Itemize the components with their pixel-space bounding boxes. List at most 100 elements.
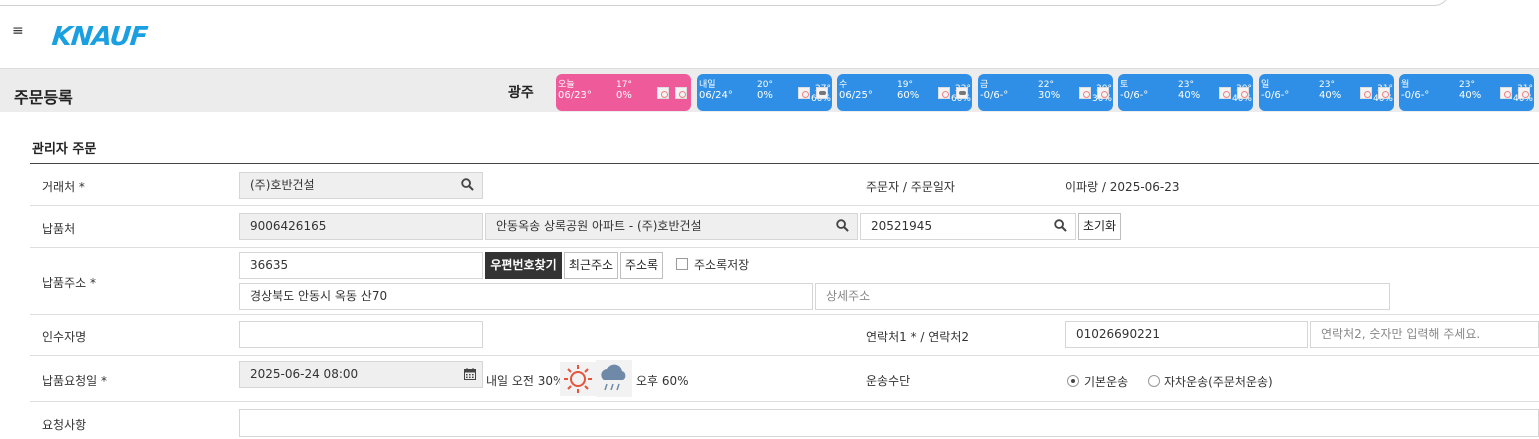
sun-icon	[1500, 87, 1512, 99]
forecast-pm-text: 오후 60%	[636, 374, 689, 388]
search-icon[interactable]	[1054, 219, 1067, 232]
sun-icon	[657, 87, 669, 99]
section-divider	[30, 163, 1539, 164]
weather-card: 금-0/6-°22°30%30°30%	[978, 74, 1113, 111]
note-field[interactable]	[239, 409, 1539, 437]
address-main-field[interactable]: 경상북도 안동시 옥동 산70	[239, 283, 813, 310]
address-detail-field[interactable]: 상세주소	[815, 283, 1390, 310]
weather-day: 금	[980, 80, 989, 90]
receiver-field[interactable]	[239, 321, 483, 348]
weather-temp: 22°	[1038, 80, 1054, 90]
address-label: 납품주소 *	[42, 276, 96, 290]
client-field[interactable]: (주)호반건설	[239, 172, 483, 199]
delivery-name-value: 안동옥송 상록공원 아파트 - (주)호반건설	[496, 219, 702, 233]
search-icon[interactable]	[836, 219, 849, 232]
delivery-code2-field[interactable]: 20521945	[860, 213, 1076, 240]
zipcode-field[interactable]: 36635	[239, 252, 483, 279]
contact-label: 연락처1 * / 연락처2	[866, 330, 969, 344]
transport-radio-basic[interactable]	[1067, 375, 1079, 387]
contact1-field[interactable]: 01026690221	[1065, 321, 1308, 348]
weather-card: 월-0/6-°23°40%31°40%	[1399, 74, 1534, 111]
weather-day: 월	[1401, 80, 1410, 90]
weather-temp: 23°	[1319, 80, 1335, 90]
client-value: (주)호반건설	[250, 178, 315, 192]
weather-temp: 23°	[1178, 80, 1194, 90]
weather-day: 토	[1120, 80, 1129, 90]
sun-icon	[1219, 87, 1231, 99]
page-title: 주문등록	[14, 88, 73, 107]
row-divider	[30, 355, 1539, 356]
brand-logo[interactable]: KNAUF	[50, 22, 148, 52]
rain-icon	[816, 87, 828, 99]
weather-card: 토-0/6-°23°40%30°40%	[1118, 74, 1253, 111]
save-address-checkbox[interactable]	[676, 258, 688, 270]
sun-icon	[1237, 87, 1249, 99]
weather-temp: 23°	[1459, 80, 1475, 90]
delivery-code-field[interactable]: 9006426165	[239, 213, 483, 240]
sun-icon	[1097, 87, 1109, 99]
weather-pop: 0%	[616, 90, 632, 101]
weather-card: 오늘 06/23° 17° 0%	[556, 74, 691, 111]
weather-pop: 40%	[1459, 90, 1482, 101]
sun-icon	[1360, 87, 1372, 99]
weather-date: -0/6-°	[980, 90, 1009, 101]
weather-day: 일	[1261, 80, 1270, 90]
browser-top-strip	[0, 0, 1539, 10]
row-divider	[30, 205, 1539, 206]
row-divider	[30, 401, 1539, 402]
weather-pop: 60%	[897, 90, 920, 101]
transport-radio-own[interactable]	[1148, 375, 1160, 387]
contact2-field[interactable]: 연락처2, 숫자만 입력해 주세요.	[1310, 321, 1539, 348]
address-book-button[interactable]: 주소록	[620, 252, 663, 279]
weather-day: 내일	[699, 80, 716, 90]
request-date-field[interactable]: 2025-06-24 08:00	[239, 361, 483, 388]
reset-button[interactable]: 초기화	[1078, 213, 1121, 240]
search-icon[interactable]	[461, 178, 474, 191]
delivery-name-field[interactable]: 안동옥송 상록공원 아파트 - (주)호반건설	[485, 213, 858, 240]
weather-card: 수06/25°19°60%22°60%	[837, 74, 972, 111]
calendar-icon[interactable]	[464, 368, 476, 380]
weather-date: -0/6-°	[1120, 90, 1149, 101]
weather-pop: 40%	[1178, 90, 1201, 101]
section-title: 관리자 주문	[32, 142, 97, 157]
recent-address-button[interactable]: 최근주소	[564, 252, 618, 279]
weather-date: 06/25°	[839, 90, 873, 101]
transport-option-basic: 기본운송	[1084, 375, 1129, 389]
forecast-am-text: 내일 오전 30%	[486, 374, 565, 388]
weather-temp: 19°	[897, 80, 913, 90]
weather-day: 오늘	[558, 80, 575, 90]
weather-card: 내일06/24°20°0%27°60%	[697, 74, 832, 111]
transport-option-own: 자차운송(주문처운송)	[1164, 375, 1273, 389]
delivery-label: 납품처	[42, 222, 76, 236]
contact2-placeholder: 연락처2, 숫자만 입력해 주세요.	[1321, 327, 1481, 341]
orderer-value: 이파랑 / 2025-06-23	[1065, 180, 1180, 194]
weather-card: 일-0/6-°23°40%31°40%	[1259, 74, 1394, 111]
hamburger-icon[interactable]: ≡	[12, 24, 24, 38]
rain-icon	[596, 360, 632, 397]
note-label: 요청사항	[42, 418, 87, 432]
rain-icon	[956, 87, 968, 99]
sun-icon	[798, 87, 810, 99]
find-zipcode-button[interactable]: 우편번호찾기	[485, 252, 562, 279]
rain-icon	[938, 87, 950, 99]
weather-pop: 0%	[757, 90, 773, 101]
row-divider	[30, 314, 1539, 315]
transport-label: 운송수단	[866, 374, 911, 388]
sun-icon	[560, 362, 596, 396]
weather-temp: 17°	[616, 80, 632, 90]
weather-date: -0/6-°	[1261, 90, 1290, 101]
address-detail-placeholder: 상세주소	[826, 289, 871, 303]
row-divider	[30, 247, 1539, 248]
weather-temp: 20°	[757, 80, 773, 90]
weather-pop: 30%	[1038, 90, 1061, 101]
receiver-label: 인수자명	[42, 330, 87, 344]
save-address-label: 주소록저장	[694, 258, 750, 272]
request-date-label: 납품요청일 *	[42, 374, 108, 388]
delivery-code2-value: 20521945	[871, 219, 933, 233]
app-header	[0, 10, 1539, 68]
weather-date: 06/23°	[558, 90, 592, 101]
client-label: 거래처 *	[42, 180, 85, 194]
weather-city: 광주	[508, 85, 534, 101]
weather-date: -0/6-°	[1401, 90, 1430, 101]
weather-date: 06/24°	[699, 90, 733, 101]
